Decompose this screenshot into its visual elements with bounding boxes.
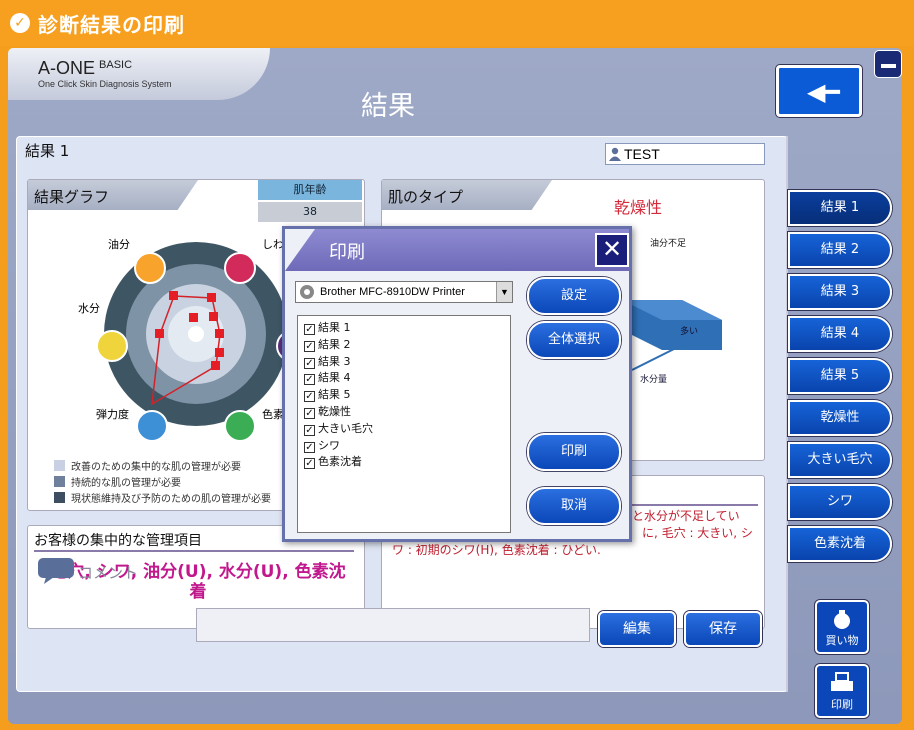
print-item[interactable]: ✓ 結果 3 — [304, 354, 504, 371]
window-titlebar: ✓ 診断結果の印刷 — [0, 0, 914, 46]
graph-legend: 改善のための集中的な肌の管理が必要 持続的な肌の管理が必要 現状態維持及び予防の… — [54, 460, 271, 508]
comment-icon — [38, 558, 74, 584]
printer-select[interactable]: Brother MFC-8910DW Printer ▼ — [295, 281, 513, 303]
sidebar-tab-pores[interactable]: 大きい毛穴 — [788, 442, 892, 478]
logo: A-ONE BASIC One Click Skin Diagnosis Syst… — [8, 48, 270, 100]
axis-elasticity: 弾力度 — [96, 408, 129, 421]
sidebar-tab-result-1[interactable]: 結果 1 — [788, 190, 892, 226]
print-item-list: ✓ 結果 1 ✓ 結果 2 ✓ 結果 3 ✓ 結果 4 ✓ 結果 5 ✓ 乾燥性 ✓ 大きい毛… — [297, 315, 511, 533]
comment-label: コメント — [78, 564, 139, 582]
select-all-button[interactable]: 全体選択 — [527, 321, 621, 359]
axis-oil: 油分 — [108, 238, 130, 251]
legend-item: 改善のための集中的な肌の管理が必要 — [54, 460, 271, 476]
close-button[interactable]: ✕ — [595, 233, 629, 267]
window-title: 診断結果の印刷 — [38, 13, 185, 37]
axis-moisture: 水分 — [78, 302, 100, 315]
logo-brand: A-ONE — [38, 58, 96, 78]
focus-title: お客様の集中的な管理項目 — [34, 533, 202, 549]
print-item[interactable]: ✓ 結果 2 — [304, 337, 504, 354]
checkbox-icon: ✓ — [304, 340, 315, 352]
axis-wrinkle: しわ — [262, 238, 284, 251]
check-icon: ✓ — [10, 13, 30, 33]
print-item[interactable]: ✓ 結果 4 — [304, 370, 504, 387]
checkbox-icon: ✓ — [304, 324, 315, 335]
logo-tagline: One Click Skin Diagnosis System — [38, 79, 172, 89]
checkbox-icon: ✓ — [304, 374, 315, 386]
legend-item: 現状態維持及び予防のための肌の管理が必要 — [54, 492, 271, 508]
checkbox-icon: ✓ — [304, 441, 315, 453]
chart-label-moisture: 水分量 — [640, 375, 668, 385]
checkbox-icon: ✓ — [304, 391, 315, 403]
page-title: 結果 — [361, 91, 415, 122]
print-side-button[interactable]: 印刷 — [815, 664, 869, 718]
gear-icon — [300, 285, 314, 299]
sidebar-tab-result-5[interactable]: 結果 5 — [788, 358, 892, 394]
skin-type-title: 肌のタイプ — [382, 180, 552, 210]
print-item[interactable]: ✓ 結果 5 — [304, 387, 504, 404]
close-icon: ✕ — [601, 235, 623, 263]
shop-button[interactable]: 買い物 — [815, 600, 869, 654]
checkbox-icon: ✓ — [304, 357, 315, 369]
checkbox-icon: ✓ — [304, 424, 315, 436]
minimize-icon — [881, 64, 896, 68]
save-button[interactable]: 保存 — [684, 611, 762, 647]
chart-label-oil-deficit: 油分不足 — [650, 239, 687, 249]
print-side-label: 印刷 — [831, 698, 853, 711]
graph-title: 結果グラフ — [28, 180, 198, 210]
skin-age-value: 38 — [258, 202, 362, 222]
sidebar-tab-result-2[interactable]: 結果 2 — [788, 232, 892, 268]
print-item[interactable]: ✓ 結果 1 — [304, 320, 504, 337]
user-name: TEST — [624, 146, 660, 162]
print-dialog: 印刷 ✕ Brother MFC-8910DW Printer ▼ ✓ 結果 1 … — [282, 226, 632, 542]
print-item[interactable]: ✓ シワ — [304, 438, 504, 455]
skin-type-value: 乾燥性 — [614, 198, 663, 217]
comment-input[interactable] — [196, 608, 590, 642]
print-button[interactable]: 印刷 — [527, 433, 621, 471]
user-icon — [609, 147, 621, 161]
checkbox-icon: ✓ — [304, 458, 315, 470]
print-dialog-title: 印刷 — [329, 242, 365, 263]
sidebar-tab-pigment[interactable]: 色素沈着 — [788, 526, 892, 562]
legend-item: 持続的な肌の管理が必要 — [54, 476, 271, 492]
settings-button[interactable]: 設定 — [527, 277, 621, 315]
arrow-left-icon: ◀━ — [807, 78, 840, 106]
printer-icon — [831, 672, 853, 691]
result-label: 結果 1 — [25, 142, 70, 160]
shop-label: 買い物 — [825, 634, 859, 647]
print-item[interactable]: ✓ 乾燥性 — [304, 404, 504, 421]
sidebar-tab-dry[interactable]: 乾燥性 — [788, 400, 892, 436]
print-item[interactable]: ✓ 色素沈着 — [304, 454, 504, 471]
skin-age-label: 肌年齢 — [258, 180, 362, 200]
focus-divider — [34, 550, 354, 552]
sidebar-tab-result-4[interactable]: 結果 4 — [788, 316, 892, 352]
logo-edition: BASIC — [99, 59, 133, 71]
dropdown-arrow-icon: ▼ — [496, 282, 512, 302]
print-item[interactable]: ✓ 大きい毛穴 — [304, 421, 504, 438]
chart-label-many: 多い — [680, 327, 699, 337]
sidebar-tab-result-3[interactable]: 結果 3 — [788, 274, 892, 310]
minimize-button[interactable] — [874, 50, 902, 78]
cancel-button[interactable]: 取消 — [527, 487, 621, 525]
printer-name: Brother MFC-8910DW Printer — [320, 286, 465, 298]
checkbox-icon: ✓ — [304, 407, 315, 419]
axis-pigment: 色素 — [262, 408, 284, 421]
user-box: TEST — [605, 143, 765, 165]
back-button[interactable]: ◀━ — [776, 65, 862, 117]
shop-bag-icon — [834, 610, 850, 629]
edit-button[interactable]: 編集 — [598, 611, 676, 647]
print-dialog-header: 印刷 — [285, 229, 629, 271]
sidebar-tab-wrinkle[interactable]: シワ — [788, 484, 892, 520]
